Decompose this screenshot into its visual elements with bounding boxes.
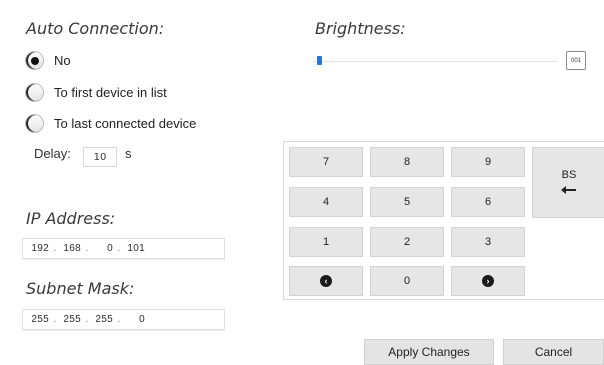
ip-octet-1: 192 [31,243,49,254]
key-7[interactable]: 7 [289,147,363,177]
key-3[interactable]: 3 [451,227,525,257]
brightness-slider-thumb[interactable] [317,56,322,65]
key-backspace[interactable]: BS [532,147,604,218]
mask-separator: . [85,314,89,325]
subnet-mask-title: Subnet Mask: [26,279,135,298]
radio-label-last-device: To last connected device [54,115,197,131]
key-4[interactable]: 4 [289,187,363,217]
arrow-left-circle-icon: ‹ [320,275,332,287]
backspace-label: BS [561,168,577,181]
brightness-value-box[interactable]: 001 [566,51,586,70]
delay-input[interactable]: 10 [83,147,117,167]
numeric-keypad: 7 8 9 4 5 6 1 2 3 ‹ 0 › BS [283,141,604,300]
ip-separator: . [53,243,57,254]
mask-separator: . [53,314,57,325]
ip-octet-4: 101 [127,243,145,254]
key-0[interactable]: 0 [370,266,444,296]
mask-octet-2: 255 [63,314,81,325]
key-6[interactable]: 6 [451,187,525,217]
brightness-title: Brightness: [315,19,406,38]
delay-label: Delay: [34,146,71,161]
radio-label-no: No [54,52,71,68]
left-arrow-icon [561,185,577,197]
key-right-arrow[interactable]: › [451,266,525,296]
mask-octet-4: 0 [139,314,145,325]
key-9[interactable]: 9 [451,147,525,177]
ip-separator: . [85,243,89,254]
key-left-arrow[interactable]: ‹ [289,266,363,296]
cancel-button[interactable]: Cancel [503,339,604,365]
mask-separator: . [117,314,121,325]
radio-label-first-device: To first device in list [54,84,167,100]
auto-connection-title: Auto Connection: [26,19,165,38]
arrow-right-circle-icon: › [482,275,494,287]
ip-octet-3: 0 [107,243,113,254]
radio-option-no[interactable]: No [25,49,71,71]
radio-button-no[interactable] [25,50,44,70]
radio-button-first-device[interactable] [25,82,44,102]
key-5[interactable]: 5 [370,187,444,217]
brightness-slider-track[interactable] [313,61,558,62]
radio-selected-dot [31,56,39,65]
ip-octet-2: 168 [63,243,81,254]
mask-octet-3: 255 [95,314,113,325]
key-8[interactable]: 8 [370,147,444,177]
apply-changes-button[interactable]: Apply Changes [364,339,494,365]
radio-button-last-device[interactable] [25,113,44,133]
radio-option-last-device[interactable]: To last connected device [25,112,196,134]
ip-separator: . [117,243,121,254]
radio-option-first-device[interactable]: To first device in list [25,81,167,103]
key-1[interactable]: 1 [289,227,363,257]
delay-unit: s [125,146,132,161]
ip-address-title: IP Address: [26,209,116,228]
ip-address-input[interactable]: 192 . 168 . 0 . 101 [22,238,225,259]
subnet-mask-input[interactable]: 255 . 255 . 255 . 0 [22,309,225,330]
mask-octet-1: 255 [31,314,49,325]
key-2[interactable]: 2 [370,227,444,257]
